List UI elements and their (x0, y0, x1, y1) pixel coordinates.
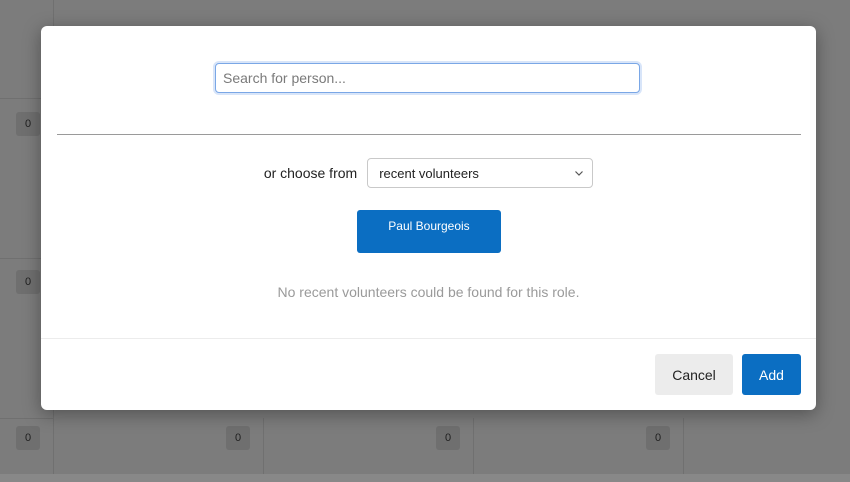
divider (57, 134, 801, 135)
count-badge: 0 (16, 112, 40, 136)
search-person-input[interactable] (215, 63, 640, 93)
background-footer-strip (0, 474, 850, 482)
count-badge: 0 (16, 426, 40, 450)
count-badge: 0 (226, 426, 250, 450)
count-badge: 0 (646, 426, 670, 450)
choose-from-row: or choose from recent volunteers (41, 158, 816, 188)
cancel-button[interactable]: Cancel (655, 354, 733, 395)
empty-state-message: No recent volunteers could be found for … (277, 284, 580, 300)
volunteer-source-select[interactable]: recent volunteers (367, 158, 594, 188)
add-person-modal: or choose from recent volunteers Paul Bo… (41, 26, 816, 410)
count-badge: 0 (436, 426, 460, 450)
choose-from-label: or choose from (263, 165, 358, 181)
count-badge: 0 (16, 270, 40, 294)
select-value: recent volunteers (379, 165, 479, 181)
person-suggestion-button[interactable]: Paul Bourgeois (357, 210, 501, 253)
grid-cell (683, 418, 850, 475)
chevron-down-icon (575, 171, 584, 176)
footer-divider (41, 338, 816, 339)
add-button[interactable]: Add (742, 354, 801, 395)
